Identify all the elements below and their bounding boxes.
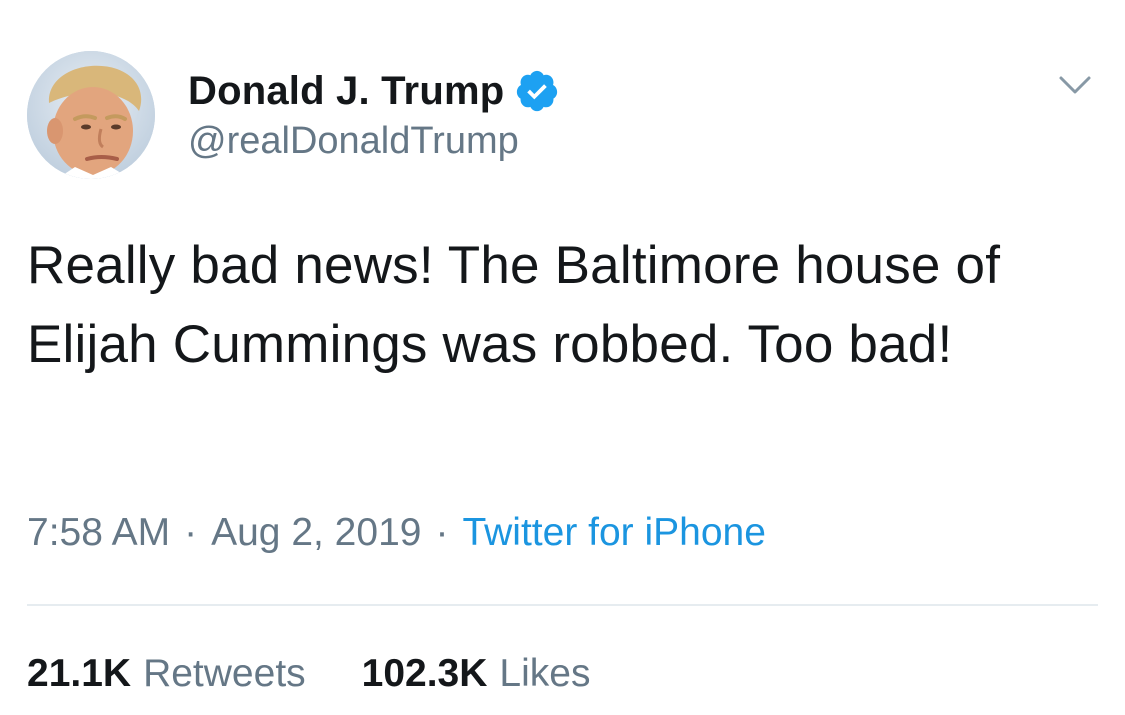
profile-photo-icon: [27, 51, 155, 179]
retweets-label: Retweets: [143, 652, 306, 695]
tweet-meta: 7:58 AM · Aug 2, 2019 · Twitter for iPho…: [27, 511, 766, 555]
tweet-time[interactable]: 7:58 AM: [27, 511, 170, 555]
retweets-count: 21.1K: [27, 652, 132, 695]
tweet-card: Donald J. Trump @realDonaldTrump Really …: [0, 0, 1125, 715]
tweet-text: Really bad news! The Baltimore house of …: [27, 236, 1001, 374]
avatar[interactable]: [27, 51, 155, 179]
user-handle[interactable]: @realDonaldTrump: [188, 120, 519, 163]
verified-badge-icon: [514, 68, 560, 114]
likes-label: Likes: [499, 652, 591, 695]
retweets-stat[interactable]: 21.1K Retweets: [27, 652, 306, 696]
likes-count: 102.3K: [361, 652, 488, 695]
divider: [27, 604, 1098, 606]
tweet-stats: 21.1K Retweets 102.3K Likes: [27, 652, 590, 696]
likes-stat[interactable]: 102.3K Likes: [362, 652, 591, 696]
chevron-down-icon[interactable]: [1058, 72, 1092, 100]
author-name-row[interactable]: Donald J. Trump: [188, 66, 560, 116]
meta-separator: ·: [435, 511, 449, 554]
tweet-source-link[interactable]: Twitter for iPhone: [462, 511, 765, 555]
display-name[interactable]: Donald J. Trump: [188, 69, 504, 114]
meta-separator: ·: [184, 511, 198, 554]
tweet-date[interactable]: Aug 2, 2019: [211, 511, 421, 555]
